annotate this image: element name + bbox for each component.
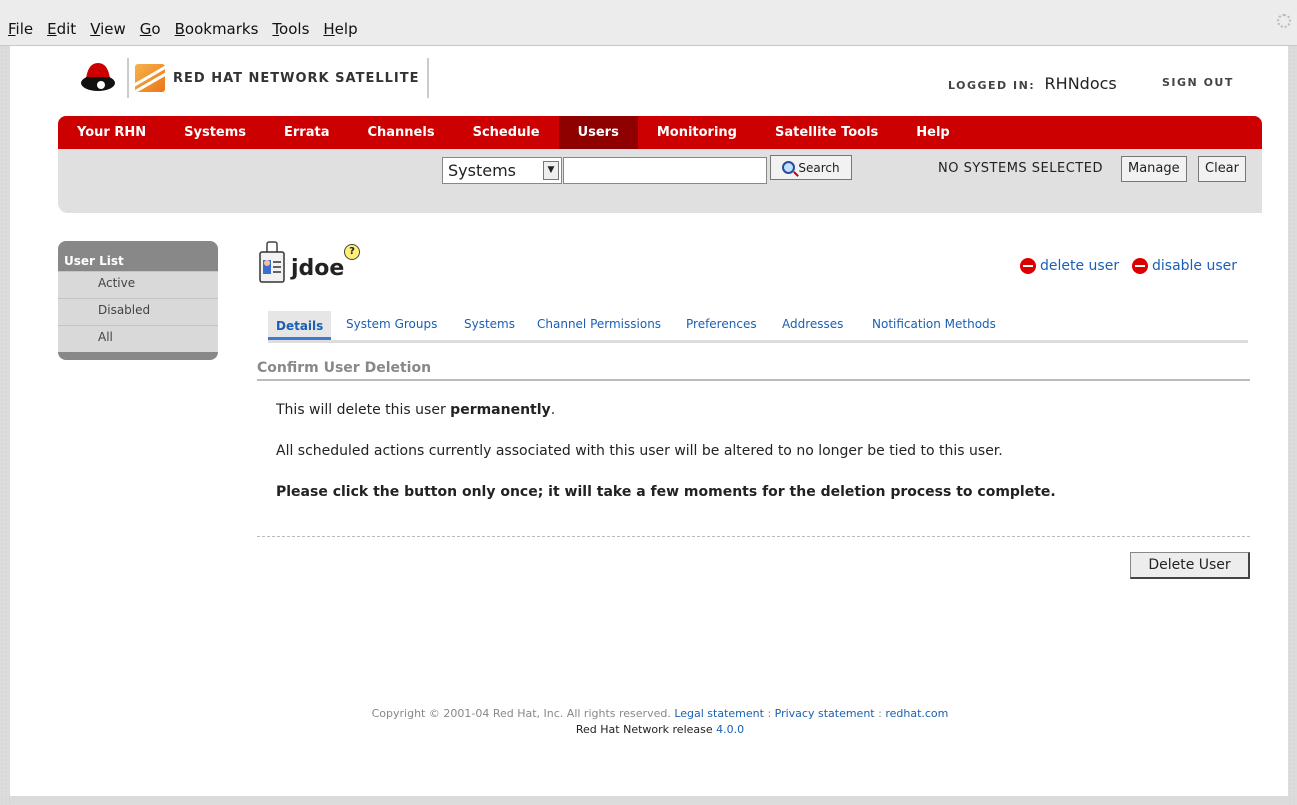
sidebar-item-disabled[interactable]: Disabled [58,298,218,325]
section-divider [257,379,1250,381]
nav-tab-schedule[interactable]: Schedule [454,116,559,149]
nav-tab-satellite-tools[interactable]: Satellite Tools [756,116,897,149]
sidebar: User List Active Disabled All [58,241,218,381]
delete-user-link[interactable]: delete user [1020,258,1119,274]
footer-line-1: Copyright © 2001-04 Red Hat, Inc. All ri… [210,706,1110,722]
disable-user-link[interactable]: disable user [1132,258,1237,274]
browser-menubar: File Edit View Go Bookmarks Tools Help [0,0,1297,46]
satellite-logo: RED HAT NETWORK SATELLITE [127,58,430,98]
tab-preferences[interactable]: Preferences [686,317,757,331]
page-frame-bottom [0,796,1297,805]
system-selection-status: NO SYSTEMS SELECTED [938,161,1103,176]
sidebar-footer [58,352,218,360]
menu-tools[interactable]: Tools [272,20,309,38]
tab-details[interactable]: Details [268,311,332,340]
logged-in-status: LOGGED IN: RHNdocs [948,74,1117,93]
confirm-line-1-end: . [550,402,556,418]
page-frame-left [0,46,10,805]
search-scope-select[interactable]: Systems ▼ [442,157,562,184]
logo-text: RED HAT NETWORK SATELLITE [173,70,420,86]
delete-user-button[interactable]: Delete User [1130,552,1250,579]
menu-help[interactable]: Help [323,20,357,38]
nav-tab-help[interactable]: Help [897,116,968,149]
legal-statement-link[interactable]: Legal statement [674,707,764,720]
release-label: Red Hat Network release [575,723,717,736]
menu-file[interactable]: File [8,20,33,38]
redhat-com-link[interactable]: redhat.com [885,707,948,720]
help-icon[interactable]: ? [344,244,360,260]
dashed-divider [257,536,1250,537]
logged-in-label: LOGGED IN: [948,79,1036,92]
tab-channel-permissions[interactable]: Channel Permissions [537,317,661,331]
nav-tab-channels[interactable]: Channels [348,116,453,149]
user-id-card-icon [259,241,285,283]
nav-tab-systems[interactable]: Systems [165,116,265,149]
delete-user-label: delete user [1040,258,1120,274]
confirm-line-3: Please click the button only once; it wi… [276,484,1056,500]
section-title: Confirm User Deletion [257,360,432,376]
user-tabs: Details System Groups Systems Channel Pe… [268,311,1248,343]
confirm-line-1-emphasis: permanently [450,402,551,418]
tab-notification-methods[interactable]: Notification Methods [872,317,996,331]
disable-user-label: disable user [1152,258,1238,274]
sign-out-link[interactable]: SIGN OUT [1162,76,1234,89]
footer: Copyright © 2001-04 Red Hat, Inc. All ri… [210,706,1110,738]
nav-tab-monitoring[interactable]: Monitoring [638,116,756,149]
web-page: RED HAT NETWORK SATELLITE LOGGED IN: RHN… [10,46,1288,796]
privacy-statement-link[interactable]: Privacy statement [775,707,875,720]
copyright-text: Copyright © 2001-04 Red Hat, Inc. All ri… [371,707,671,720]
menu-view[interactable]: View [90,20,126,38]
footer-separator: : [763,707,775,720]
menu-go[interactable]: Go [140,20,161,38]
search-input[interactable] [563,157,767,184]
chevron-down-icon[interactable]: ▼ [543,161,559,180]
magnifier-icon [782,161,796,174]
search-button[interactable]: Search [770,155,852,180]
confirm-line-2: All scheduled actions currently associat… [276,443,1003,459]
tab-systems[interactable]: Systems [464,317,515,331]
logged-in-username: RHNdocs [1044,74,1117,93]
release-version-link[interactable]: 4.0.0 [716,723,744,736]
sidebar-cap [58,241,218,253]
tab-addresses[interactable]: Addresses [782,317,843,331]
tab-system-groups[interactable]: System Groups [346,317,437,331]
sidebar-item-active[interactable]: Active [58,271,218,298]
nav-tab-your-rhn[interactable]: Your RHN [58,116,165,149]
footer-line-2: Red Hat Network release 4.0.0 [210,722,1110,738]
redhat-shadowman-icon [81,63,115,91]
menu-bookmarks[interactable]: Bookmarks [175,20,259,38]
main-nav: Your RHN Systems Errata Channels Schedul… [58,116,1262,149]
throbber-icon [1277,14,1291,28]
satellite-logo-icon [135,64,165,92]
sidebar-heading-user-list[interactable]: User List [58,253,218,271]
minus-circle-icon [1132,258,1148,274]
manage-button[interactable]: Manage [1121,156,1187,182]
sidebar-item-all[interactable]: All [58,325,218,352]
confirm-line-1-text: This will delete this user [276,402,451,418]
nav-tab-errata[interactable]: Errata [265,116,348,149]
nav-tab-users[interactable]: Users [558,116,638,149]
page-frame-right [1288,46,1297,805]
confirm-line-1: This will delete this user permanently. [276,402,555,418]
search-button-label: Search [798,160,840,175]
footer-separator: : [874,707,886,720]
minus-circle-icon [1020,258,1036,274]
clear-button[interactable]: Clear [1198,156,1246,182]
page-title: jdoe [291,256,345,281]
search-scope-value: Systems [448,161,516,180]
menu-edit[interactable]: Edit [47,20,76,38]
search-bar: Systems ▼ Search NO SYSTEMS SELECTED Man… [58,149,1262,213]
